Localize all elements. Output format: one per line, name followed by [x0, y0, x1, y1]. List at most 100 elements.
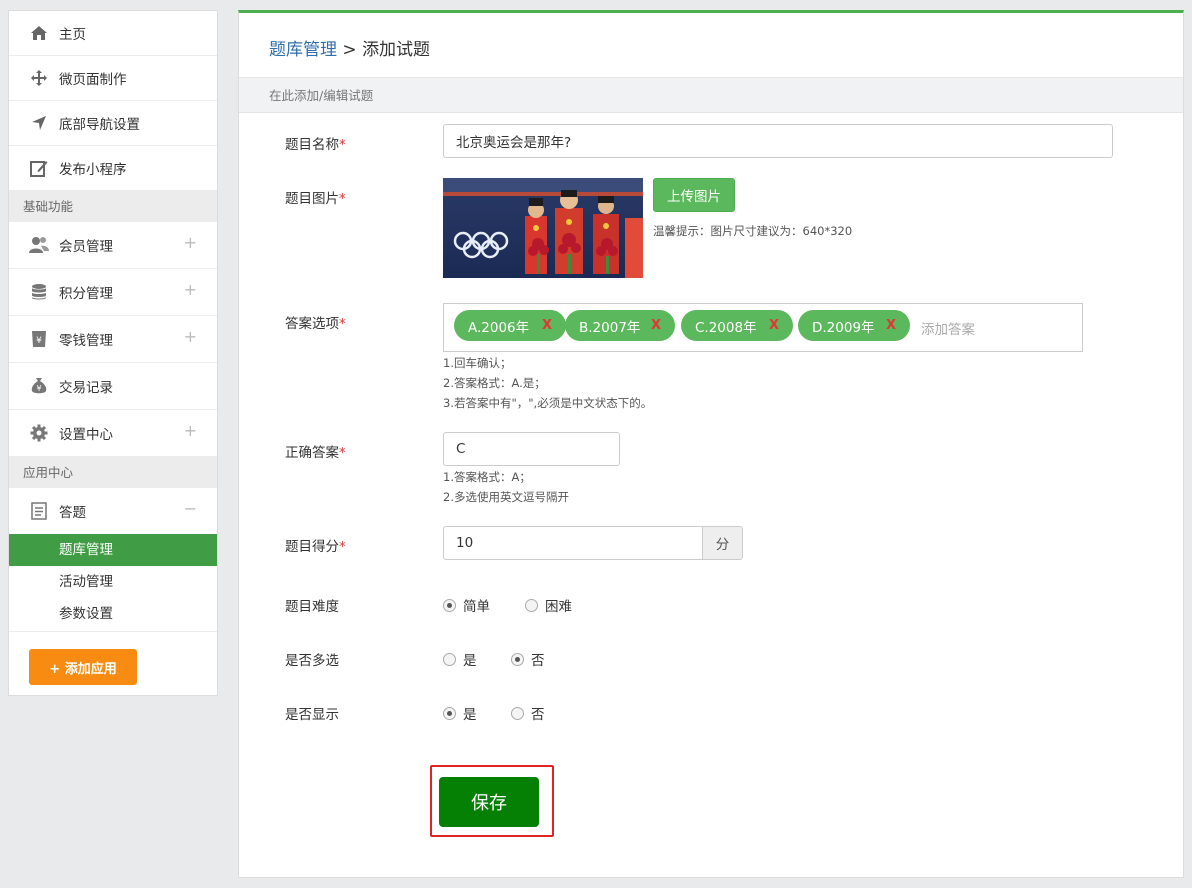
remove-answer-icon[interactable]: X: [886, 318, 896, 333]
answers-help-3: 3.若答案中有"，",必须是中文状态下的。: [443, 396, 653, 410]
image-hint: 温馨提示：图片尺寸建议为：640*320: [653, 224, 853, 238]
radio-label: 是: [463, 653, 477, 669]
sidebar-item-members[interactable]: 会员管理 +: [9, 222, 217, 269]
correct-answer-label: 正确答案*: [285, 441, 346, 461]
radio-unchecked-icon[interactable]: [511, 706, 524, 720]
divider: [9, 630, 217, 632]
label-text: 题目名称: [285, 137, 339, 153]
answer-tag: A.2006年 X: [454, 310, 566, 341]
sidebar-item-settings[interactable]: 设置中心 +: [9, 410, 217, 457]
answers-input[interactable]: A.2006年 X B.2007年 X C.2008年 X D.2009年 X 添加答案: [443, 303, 1083, 352]
expand-icon[interactable]: +: [184, 329, 197, 345]
svg-text:¥: ¥: [36, 336, 42, 346]
score-label: 题目得分*: [285, 535, 346, 555]
sidebar-item-label: 主页: [59, 27, 86, 43]
sidebar-item-publish[interactable]: 发布小程序: [9, 146, 217, 191]
remove-answer-icon[interactable]: X: [542, 318, 552, 333]
answers-help-1: 1.回车确认；: [443, 356, 512, 370]
required-mark: *: [339, 137, 346, 153]
title-input-value: 北京奥运会是那年?: [456, 135, 572, 151]
radio-label: 是: [463, 707, 477, 723]
sidebar: 主页 微页面制作 底部导航设置 发布小程序 基础功能 会员管理 + 积分管理 +: [8, 10, 218, 696]
sidebar-sub-parameters[interactable]: 参数设置: [9, 598, 217, 630]
image-label: 题目图片*: [285, 187, 346, 207]
breadcrumb-link[interactable]: 题库管理: [269, 40, 337, 60]
answers-label: 答案选项*: [285, 312, 346, 332]
add-app-button[interactable]: + 添加应用: [29, 649, 137, 685]
show-label: 是否显示: [285, 707, 339, 723]
sidebar-item-points[interactable]: 积分管理 +: [9, 269, 217, 316]
gear-icon: [29, 423, 49, 443]
sidebar-item-label: 答题: [59, 505, 86, 521]
sidebar-item-bottom-nav[interactable]: 底部导航设置: [9, 101, 217, 146]
move-icon: [29, 68, 49, 88]
upload-image-button[interactable]: 上传图片: [653, 178, 735, 212]
sidebar-item-label: 微页面制作: [59, 72, 127, 88]
answer-tag-label: C.2008年: [695, 319, 757, 336]
section-basic: 基础功能: [9, 191, 217, 222]
answer-tag: D.2009年 X: [798, 310, 910, 341]
radio-label: 困难: [545, 599, 572, 615]
show-yes-option[interactable]: 是: [443, 703, 477, 723]
radio-checked-icon[interactable]: [443, 706, 456, 720]
label-text: 题目得分: [285, 539, 339, 555]
correct-answer-input[interactable]: C: [443, 432, 620, 466]
expand-icon[interactable]: +: [184, 235, 197, 251]
sidebar-item-label: 底部导航设置: [59, 117, 140, 133]
sidebar-sub-activities[interactable]: 活动管理: [9, 566, 217, 598]
money-bag-icon: ¥: [29, 376, 49, 396]
answer-tag-label: D.2009年: [812, 319, 875, 336]
sidebar-item-quiz[interactable]: 答题 −: [9, 488, 217, 534]
radio-unchecked-icon[interactable]: [443, 652, 456, 666]
users-icon: [29, 235, 49, 255]
radio-checked-icon[interactable]: [511, 652, 524, 666]
required-mark: *: [339, 445, 346, 461]
expand-icon[interactable]: +: [184, 282, 197, 298]
form-subtitle: 在此添加/编辑试题: [239, 77, 1183, 113]
sidebar-item-transactions[interactable]: ¥ 交易记录: [9, 363, 217, 410]
label-text: 正确答案: [285, 445, 339, 461]
sidebar-sub-question-bank[interactable]: 题库管理: [9, 534, 217, 566]
difficulty-hard-option[interactable]: 困难: [525, 595, 572, 615]
answer-tag-label: A.2006年: [468, 319, 530, 336]
label-text: 答案选项: [285, 316, 339, 332]
required-mark: *: [339, 191, 346, 207]
title-label: 题目名称*: [285, 133, 346, 153]
home-icon: [29, 23, 49, 43]
radio-label: 简单: [463, 599, 490, 615]
expand-icon[interactable]: +: [184, 423, 197, 439]
radio-unchecked-icon[interactable]: [525, 598, 538, 612]
multi-no-option[interactable]: 否: [511, 649, 545, 669]
sidebar-item-label: 零钱管理: [59, 333, 113, 349]
edit-icon: [29, 158, 49, 178]
difficulty-easy-option[interactable]: 简单: [443, 595, 490, 615]
score-unit: 分: [703, 526, 743, 560]
correct-help-1: 1.答案格式：A；: [443, 470, 531, 484]
sidebar-item-micro-page[interactable]: 微页面制作: [9, 56, 217, 101]
main-panel: 题库管理 > 添加试题 在此添加/编辑试题 题目名称* 北京奥运会是那年? 题目…: [238, 10, 1184, 878]
add-answer-input[interactable]: 添加答案: [921, 318, 975, 338]
breadcrumb-current: 添加试题: [362, 40, 431, 60]
sidebar-item-change[interactable]: ¥ 零钱管理 +: [9, 316, 217, 363]
save-button[interactable]: 保存: [439, 777, 539, 827]
score-input[interactable]: 10: [443, 526, 703, 560]
answers-help-2: 2.答案格式：A.是；: [443, 376, 546, 390]
answer-tag-label: B.2007年: [579, 319, 641, 336]
show-no-option[interactable]: 否: [511, 703, 545, 723]
sidebar-item-label: 会员管理: [59, 239, 113, 255]
collapse-icon[interactable]: −: [184, 501, 197, 517]
correct-answer-value: C: [456, 441, 466, 457]
remove-answer-icon[interactable]: X: [651, 318, 661, 333]
radio-label: 否: [531, 653, 545, 669]
score-value: 10: [456, 535, 474, 551]
radio-checked-icon[interactable]: [443, 598, 456, 612]
multi-yes-option[interactable]: 是: [443, 649, 477, 669]
sidebar-item-label: 设置中心: [59, 427, 113, 443]
multi-select-label: 是否多选: [285, 653, 339, 669]
remove-answer-icon[interactable]: X: [769, 318, 779, 333]
svg-text:¥: ¥: [36, 384, 41, 393]
title-input[interactable]: 北京奥运会是那年?: [443, 124, 1113, 158]
sidebar-item-home[interactable]: 主页: [9, 11, 217, 56]
difficulty-label: 题目难度: [285, 599, 339, 615]
answer-tag: B.2007年 X: [565, 310, 675, 341]
